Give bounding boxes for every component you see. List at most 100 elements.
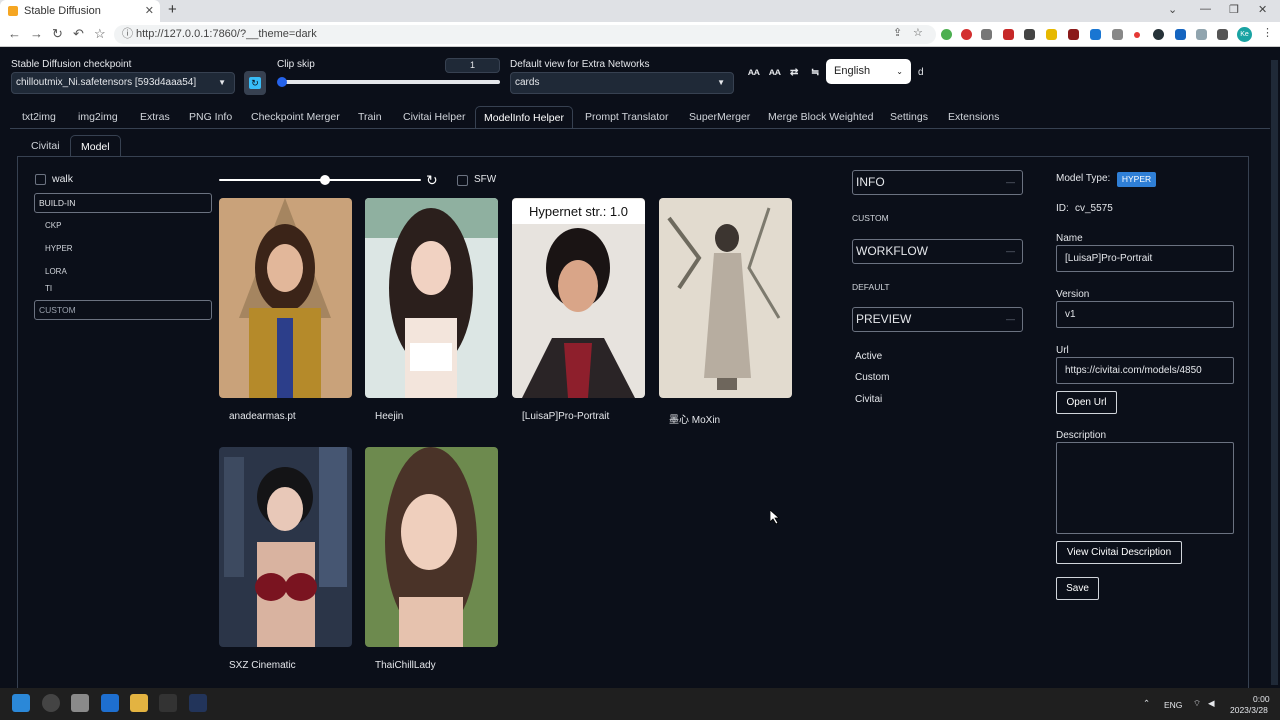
bookmark-icon[interactable]: ☆ (913, 26, 923, 39)
windows-start-icon[interactable] (12, 694, 30, 712)
restore-icon[interactable]: ❐ (1229, 3, 1239, 16)
name-field[interactable]: [LuisaP]Pro-Portrait (1056, 245, 1234, 272)
forward-icon[interactable]: → (30, 26, 43, 41)
tab-extensions[interactable]: Extensions (940, 106, 1007, 128)
version-field[interactable]: v1 (1056, 301, 1234, 328)
wifi-icon[interactable]: ⌔ (1193, 698, 1201, 709)
category-hyper[interactable]: HYPER (45, 244, 73, 253)
reload-icon[interactable]: ↻ (52, 26, 63, 42)
extension-icon[interactable] (981, 29, 992, 40)
collapse-icon[interactable]: — (1006, 171, 1015, 194)
view-civitai-description-button[interactable]: View Civitai Description (1056, 541, 1182, 564)
extension-icon[interactable] (1003, 29, 1014, 40)
tab-png-info[interactable]: PNG Info (181, 106, 240, 128)
chrome-icon[interactable] (42, 694, 60, 712)
url-field[interactable]: https://civitai.com/models/4850 (1056, 357, 1234, 384)
save-button[interactable]: Save (1056, 577, 1099, 600)
input-language[interactable]: ENG (1164, 700, 1182, 710)
close-window-icon[interactable]: ✕ (1258, 3, 1267, 16)
font-decrease-icon[interactable]: ᴀᴀ (748, 67, 760, 78)
swap-icon[interactable]: ⇄ (790, 67, 798, 78)
extension-icon[interactable] (1175, 29, 1186, 40)
extension-icon[interactable] (1153, 29, 1164, 40)
clock-time[interactable]: 0:00 (1253, 694, 1270, 704)
model-card-image[interactable] (219, 447, 352, 647)
tab-checkpoint-merger[interactable]: Checkpoint Merger (243, 106, 348, 128)
description-field[interactable] (1056, 442, 1234, 534)
filter-custom[interactable]: Custom (855, 372, 889, 383)
category-lora[interactable]: LORA (45, 267, 67, 276)
clip-skip-slider[interactable] (280, 80, 500, 84)
tray-chevron-icon[interactable]: ⌃ (1143, 698, 1150, 709)
category-ckp[interactable]: CKP (45, 221, 61, 230)
back-icon[interactable]: ← (8, 26, 21, 41)
tab-train[interactable]: Train (350, 106, 390, 128)
tab-search-icon[interactable]: ⌄ (1168, 3, 1177, 16)
checkpoint-dropdown[interactable]: chilloutmix_Ni.safetensors [593d4aaa54] … (11, 72, 235, 94)
share-icon[interactable]: ⇪ (893, 26, 902, 39)
preview-section[interactable]: PREVIEW — (852, 307, 1023, 332)
tab-merge-block-weighted[interactable]: Merge Block Weighted (760, 106, 881, 128)
extension-icon[interactable] (1112, 29, 1123, 40)
filter-civitai[interactable]: Civitai (855, 394, 882, 405)
undo-icon[interactable]: ↶ (73, 26, 84, 42)
subtab-model[interactable]: Model (70, 135, 121, 157)
bookmark-star-icon[interactable]: ☆ (94, 26, 106, 42)
file-explorer-icon[interactable] (130, 694, 148, 712)
menu-kebab-icon[interactable]: ⋮ (1262, 26, 1273, 39)
tab-modelinfo-helper[interactable]: ModelInfo Helper (475, 106, 573, 128)
close-tab-icon[interactable]: ✕ (145, 4, 154, 17)
app-icon[interactable] (189, 694, 207, 712)
app-icon[interactable] (71, 694, 89, 712)
clip-skip-number[interactable]: 1 (445, 58, 500, 73)
extension-icon[interactable] (961, 29, 972, 40)
refresh-checkpoint-button[interactable]: ↻ (244, 71, 266, 95)
model-card-image[interactable] (512, 198, 645, 398)
clock-date[interactable]: 2023/3/28 (1230, 705, 1268, 715)
tab-img2img[interactable]: img2img (70, 106, 126, 128)
browser-tab[interactable]: Stable Diffusion ✕ (0, 0, 160, 22)
todo-icon[interactable] (101, 694, 119, 712)
extension-icon[interactable] (1090, 29, 1101, 40)
open-url-button[interactable]: Open Url (1056, 391, 1117, 414)
extra-view-dropdown[interactable]: cards ▼ (510, 72, 734, 94)
sfw-checkbox[interactable] (457, 175, 468, 186)
minimize-icon[interactable]: — (1200, 3, 1211, 15)
model-card-image[interactable] (659, 198, 792, 398)
volume-icon[interactable]: ◀ (1208, 698, 1215, 709)
card-size-slider-handle[interactable] (320, 175, 330, 185)
model-card-image[interactable] (365, 198, 498, 398)
tab-supermerger[interactable]: SuperMerger (681, 106, 758, 128)
clip-skip-slider-handle[interactable] (277, 77, 287, 87)
tab-txt2img[interactable]: txt2img (14, 106, 64, 128)
category-ti[interactable]: TI (45, 284, 52, 293)
model-card-image[interactable] (219, 198, 352, 398)
workflow-section[interactable]: WORKFLOW — (852, 239, 1023, 264)
extension-icon[interactable] (1024, 29, 1035, 40)
extension-icon[interactable] (941, 29, 952, 40)
extension-icon[interactable] (1068, 29, 1079, 40)
extension-icon[interactable] (1134, 32, 1140, 38)
language-select[interactable]: English ⌄ (826, 59, 911, 84)
download-icon[interactable] (1196, 29, 1207, 40)
font-increase-icon[interactable]: ᴀᴀ (769, 67, 781, 78)
extension-icon[interactable] (1046, 29, 1057, 40)
info-section[interactable]: INFO — (852, 170, 1023, 195)
subtab-civitai[interactable]: Civitai (21, 135, 70, 157)
walk-checkbox[interactable] (35, 174, 46, 185)
new-tab-icon[interactable]: + (168, 1, 177, 18)
refresh-icon[interactable]: ↻ (426, 172, 438, 189)
collapse-icon[interactable]: — (1006, 308, 1015, 331)
tab-extras[interactable]: Extras (132, 106, 178, 128)
model-card-image[interactable] (365, 447, 498, 647)
filter-active[interactable]: Active (855, 351, 882, 362)
settings-sliders-icon[interactable]: ≒ (811, 67, 819, 78)
address-bar[interactable]: ⓘ http://127.0.0.1:7860/?__theme=dark (114, 25, 936, 44)
build-in-box[interactable]: BUILD-IN (34, 193, 212, 213)
terminal-icon[interactable] (159, 694, 177, 712)
side-panel-icon[interactable] (1217, 29, 1228, 40)
collapse-icon[interactable]: — (1006, 240, 1015, 263)
custom-box[interactable]: CUSTOM (34, 300, 212, 320)
scrollbar[interactable] (1271, 60, 1278, 685)
tab-settings[interactable]: Settings (882, 106, 936, 128)
